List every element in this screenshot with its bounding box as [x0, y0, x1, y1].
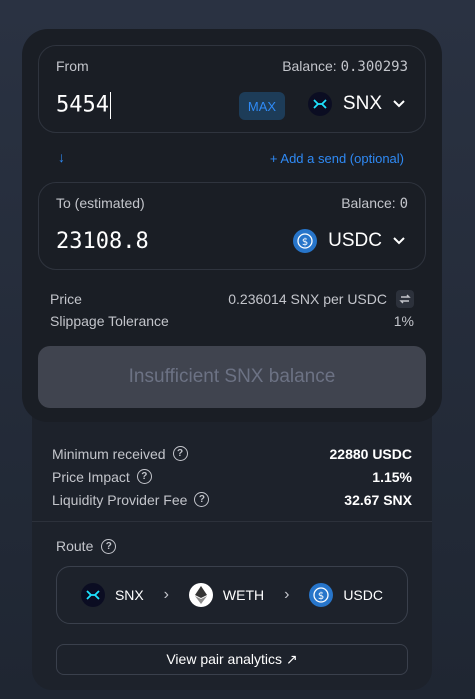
- swap-button[interactable]: Insufficient SNX balance: [38, 346, 426, 408]
- detail-label: Price Impact: [52, 468, 130, 485]
- from-token-symbol: SNX: [342, 93, 382, 114]
- chevron-down-icon: [393, 100, 405, 108]
- from-amount-input[interactable]: 5454: [56, 92, 112, 119]
- detail-value: 1.15%: [372, 468, 412, 485]
- detail-row-minimum-received: Minimum received ? 22880 USDC: [52, 442, 412, 465]
- to-balance: Balance: 0: [341, 195, 408, 212]
- swap-card: From Balance: 0.300293 5454 MAX SNX ↓ + …: [22, 29, 442, 422]
- chevron-right-icon: ›: [163, 586, 169, 603]
- from-token-selector[interactable]: SNX: [307, 92, 405, 116]
- chevron-right-icon: ›: [284, 586, 290, 603]
- refresh-icon[interactable]: [396, 290, 414, 308]
- detail-label: Minimum received: [52, 445, 166, 462]
- to-token-selector[interactable]: $ USDC: [293, 229, 405, 253]
- to-panel: To (estimated) Balance: 0 23108.8 $ USDC: [38, 182, 426, 270]
- detail-value: 22880 USDC: [329, 445, 413, 462]
- usdc-token-icon: $: [309, 583, 334, 607]
- trade-details: Minimum received ? 22880 USDC Price Impa…: [52, 442, 412, 511]
- to-label: To (estimated): [56, 195, 145, 211]
- help-icon[interactable]: ?: [136, 469, 152, 484]
- detail-row-lp-fee: Liquidity Provider Fee ? 32.67 SNX: [52, 488, 412, 511]
- to-token-symbol: USDC: [328, 230, 382, 251]
- swap-details-drawer: Minimum received ? 22880 USDC Price Impa…: [32, 390, 432, 690]
- text-caret: [109, 92, 112, 119]
- slippage-label: Slippage Tolerance: [50, 313, 169, 329]
- svg-text:$: $: [318, 591, 324, 602]
- price-row: Price 0.236014 SNX per USDC: [50, 290, 414, 308]
- help-icon[interactable]: ?: [101, 538, 117, 554]
- chevron-down-icon: [393, 237, 405, 245]
- route-hop-snx: SNX: [80, 583, 144, 607]
- route-label: Route ?: [56, 538, 117, 554]
- from-panel: From Balance: 0.300293 5454 MAX SNX: [38, 45, 426, 133]
- price-value: 0.236014 SNX per USDC: [228, 291, 387, 307]
- arrow-down-icon[interactable]: ↓: [58, 149, 65, 165]
- detail-row-price-impact: Price Impact ? 1.15%: [52, 465, 412, 488]
- help-icon[interactable]: ?: [194, 492, 210, 507]
- svg-text:$: $: [302, 237, 308, 248]
- from-balance: Balance: 0.300293: [282, 58, 408, 75]
- route-path: SNX › WETH › $ USDC: [56, 566, 408, 624]
- to-amount-input[interactable]: 23108.8: [56, 229, 149, 254]
- slippage-row: Slippage Tolerance 1%: [50, 313, 414, 329]
- detail-value: 32.67 SNX: [344, 491, 412, 508]
- snx-token-icon: [80, 583, 105, 607]
- price-label: Price: [50, 291, 82, 307]
- add-send-link[interactable]: + Add a send (optional): [270, 151, 404, 166]
- help-icon[interactable]: ?: [172, 446, 188, 461]
- route-hop-usdc: $ USDC: [309, 583, 383, 607]
- from-label: From: [56, 58, 89, 74]
- detail-label: Liquidity Provider Fee: [52, 491, 188, 508]
- divider: [32, 521, 432, 522]
- snx-token-icon: [307, 92, 332, 116]
- slippage-value: 1%: [393, 313, 414, 329]
- usdc-token-icon: $: [293, 229, 318, 253]
- weth-token-icon: [188, 583, 213, 607]
- max-button[interactable]: MAX: [239, 92, 285, 120]
- view-pair-analytics-link[interactable]: View pair analytics ↗: [56, 644, 408, 675]
- route-hop-weth: WETH: [188, 583, 264, 607]
